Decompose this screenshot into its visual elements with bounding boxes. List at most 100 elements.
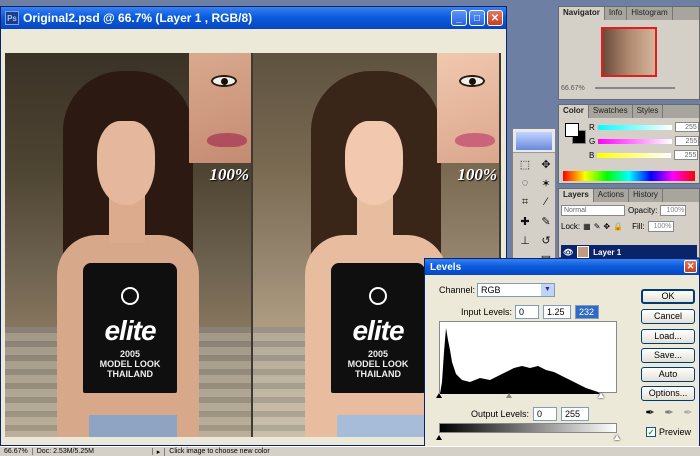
value-r[interactable]: 255: [674, 122, 699, 132]
save-button[interactable]: Save...: [641, 348, 695, 363]
maximize-icon[interactable]: □: [469, 10, 485, 26]
status-arrow-icon[interactable]: ▸: [153, 447, 166, 456]
blend-mode-select[interactable]: Normal: [561, 205, 625, 216]
levels-titlebar[interactable]: Levels ✕: [425, 259, 699, 275]
move-tool-icon[interactable]: ✥: [536, 155, 556, 173]
tank-top: elite 2005 MODEL LOOK THAILAND: [331, 263, 425, 393]
history-brush-tool-icon[interactable]: ↺: [536, 231, 556, 249]
brush-tool-icon[interactable]: ✎: [536, 212, 556, 230]
document-title: Original2.psd @ 66.7% (Layer 1 , RGB/8): [23, 11, 253, 25]
tab-history[interactable]: History: [629, 189, 663, 202]
foreground-color-swatch[interactable]: [565, 123, 579, 137]
chevron-down-icon[interactable]: ▼: [541, 284, 554, 296]
channel-select[interactable]: RGB ▼: [477, 283, 555, 297]
black-point-handle[interactable]: [436, 393, 442, 398]
output-black-field[interactable]: 0: [533, 407, 557, 421]
eye-icon[interactable]: 👁: [563, 248, 573, 257]
preview-checkbox[interactable]: ✓ Preview: [646, 427, 691, 437]
layer-row[interactable]: 👁 Layer 1: [561, 245, 697, 259]
model-face: [97, 121, 155, 205]
tab-actions[interactable]: Actions: [594, 189, 630, 202]
output-white-handle[interactable]: [614, 435, 620, 440]
opacity-label: Opacity:: [628, 206, 658, 215]
slice-tool-icon[interactable]: ⁄: [536, 193, 556, 211]
input-level-handles: [436, 393, 617, 399]
gamma-handle[interactable]: [505, 393, 512, 398]
clone-stamp-tool-icon[interactable]: ⊥: [515, 231, 535, 249]
histogram-graph: [440, 328, 600, 394]
cancel-button[interactable]: Cancel: [641, 309, 695, 324]
healing-brush-tool-icon[interactable]: ✚: [515, 212, 535, 230]
crop-tool-icon[interactable]: ⌗: [515, 193, 535, 211]
tab-color[interactable]: Color: [559, 105, 589, 118]
levels-dialog: Levels ✕ Channel: RGB ▼ Input Levels: 0 …: [424, 258, 700, 454]
fill-field[interactable]: 100%: [647, 221, 674, 232]
input-levels-label: Input Levels:: [461, 307, 513, 317]
value-g[interactable]: 255: [675, 136, 700, 146]
tank-logo-icon: [121, 287, 139, 305]
zoom-eye: [459, 75, 485, 87]
document-titlebar[interactable]: Ps Original2.psd @ 66.7% (Layer 1 , RGB/…: [1, 7, 506, 29]
navigator-thumbnail[interactable]: [601, 27, 657, 77]
model-jeans: [89, 415, 177, 437]
white-point-handle[interactable]: [597, 393, 604, 398]
zoom-lip: [207, 133, 247, 147]
slider-b[interactable]: [597, 152, 672, 158]
zoom-inset: [189, 53, 251, 163]
zoom-inset-label: 100%: [209, 165, 249, 184]
levels-title: Levels: [430, 261, 462, 273]
color-row-g: G 255: [589, 136, 700, 146]
channel-label-g: G: [589, 136, 596, 146]
close-icon[interactable]: ✕: [487, 10, 503, 26]
status-zoom[interactable]: 66.67%: [0, 448, 33, 455]
color-spectrum-bar[interactable]: [563, 171, 695, 181]
output-gradient: [439, 423, 617, 433]
minimize-icon[interactable]: _: [451, 10, 467, 26]
black-eyedropper-icon[interactable]: ✒: [644, 407, 656, 419]
lock-move-icon[interactable]: ✥: [603, 222, 610, 231]
photoshop-logo-icon: [516, 131, 552, 150]
tab-navigator[interactable]: Navigator: [559, 7, 605, 20]
options-button[interactable]: Options...: [641, 386, 695, 401]
tab-swatches[interactable]: Swatches: [589, 105, 633, 118]
input-gamma-field[interactable]: 1.25: [543, 305, 571, 319]
opacity-field[interactable]: 100%: [660, 205, 687, 216]
tank-subtext: 2005 MODEL LOOK THAILAND: [99, 349, 161, 379]
slider-r[interactable]: [597, 124, 672, 130]
lock-brush-icon[interactable]: ✎: [594, 222, 601, 231]
navigator-zoom-slider[interactable]: [595, 87, 675, 89]
output-white-field[interactable]: 255: [561, 407, 589, 421]
layer-name: Layer 1: [593, 247, 622, 257]
layer-thumbnail: [577, 246, 590, 258]
status-doc-size[interactable]: Doc: 2.53M/5.25M: [33, 448, 153, 455]
gray-eyedropper-icon[interactable]: ✒: [663, 407, 675, 419]
tab-styles[interactable]: Styles: [633, 105, 664, 118]
tab-layers[interactable]: Layers: [559, 189, 594, 202]
toolbox-header[interactable]: [513, 129, 555, 153]
channel-label: Channel:: [439, 285, 476, 295]
lasso-tool-icon[interactable]: ◌: [515, 174, 535, 192]
marquee-tool-icon[interactable]: ⬚: [515, 155, 535, 173]
slider-g[interactable]: [598, 138, 673, 144]
navigator-zoom-value[interactable]: 66.67%: [561, 85, 585, 92]
magic-wand-tool-icon[interactable]: ✶: [536, 174, 556, 192]
zoom-lip: [455, 133, 495, 147]
input-black-field[interactable]: 0: [515, 305, 539, 319]
zoom-eye: [211, 75, 237, 87]
lock-all-icon[interactable]: 🔒: [613, 222, 623, 231]
tab-info[interactable]: Info: [605, 7, 628, 20]
tank-text: elite: [104, 315, 156, 346]
value-b[interactable]: 255: [674, 150, 699, 160]
layers-palette: Layers Actions History Normal Opacity: 1…: [558, 188, 700, 259]
zoom-inset-label: 100%: [457, 165, 497, 184]
input-white-field[interactable]: 232: [575, 305, 599, 319]
preview-label: Preview: [659, 427, 692, 437]
ok-button[interactable]: OK: [641, 289, 695, 304]
close-icon[interactable]: ✕: [684, 260, 697, 273]
output-black-handle[interactable]: [436, 435, 442, 440]
tab-histogram[interactable]: Histogram: [627, 7, 673, 20]
auto-button[interactable]: Auto: [641, 367, 695, 382]
load-button[interactable]: Load...: [641, 329, 695, 344]
white-eyedropper-icon[interactable]: ✒: [682, 407, 694, 419]
lock-transparency-icon[interactable]: ▦: [583, 222, 591, 231]
